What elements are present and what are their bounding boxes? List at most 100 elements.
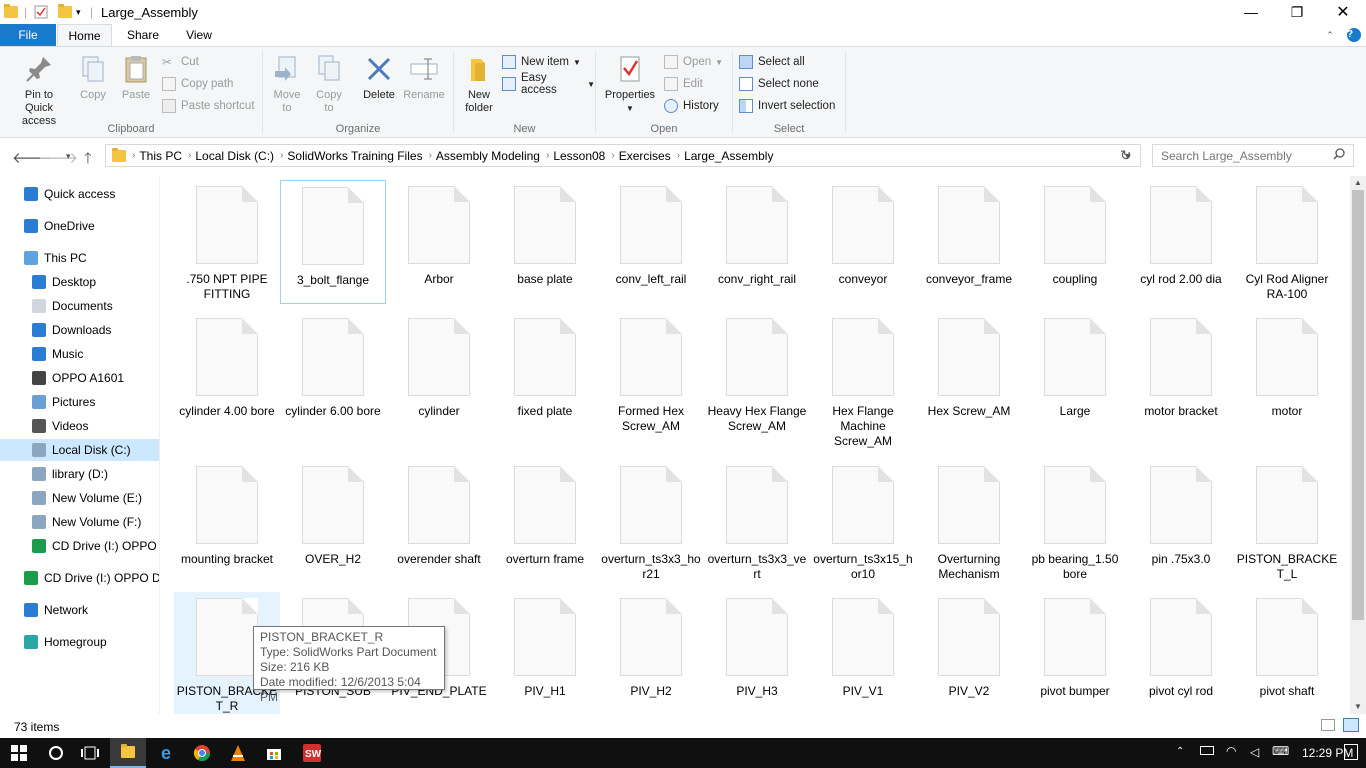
minimize-button[interactable]: — bbox=[1228, 0, 1274, 24]
file-item[interactable]: conveyor bbox=[810, 180, 916, 304]
breadcrumb-lesson08[interactable]: Lesson08 bbox=[553, 149, 605, 163]
nav-item-cd-drive-i-oppo-dr[interactable]: CD Drive (I:) OPPO Dr bbox=[0, 567, 159, 589]
easy-access-button[interactable]: Easy access ▼ bbox=[502, 72, 595, 96]
file-item[interactable]: PIV_V1 bbox=[810, 592, 916, 714]
file-item[interactable]: overturn_ts3x3_hor21 bbox=[598, 460, 704, 584]
file-item[interactable]: fixed plate bbox=[492, 312, 598, 436]
file-item[interactable]: conv_left_rail bbox=[598, 180, 704, 304]
customize-quick-access-icon[interactable]: ▾ bbox=[76, 3, 81, 21]
copy-path-button[interactable]: Copy path bbox=[162, 74, 233, 94]
tab-file[interactable]: File bbox=[0, 24, 56, 46]
nav-item-desktop[interactable]: Desktop bbox=[0, 271, 159, 293]
file-item[interactable]: PIV_H2 bbox=[598, 592, 704, 714]
file-item[interactable]: cylinder 4.00 bore bbox=[174, 312, 280, 436]
start-windows-icon[interactable] bbox=[0, 738, 38, 768]
scroll-down-icon[interactable]: ▼ bbox=[1354, 702, 1362, 711]
file-item[interactable]: conveyor_frame bbox=[916, 180, 1022, 304]
refresh-icon[interactable]: ↻ bbox=[1120, 147, 1132, 164]
file-item[interactable]: cylinder 6.00 bore bbox=[280, 312, 386, 436]
volume-icon[interactable]: ◁ bbox=[1250, 745, 1259, 759]
file-item[interactable]: .750 NPT PIPE FITTING bbox=[174, 180, 280, 304]
nav-item-new-volume-e[interactable]: New Volume (E:) bbox=[0, 487, 159, 509]
address-bar[interactable]: › This PC › Local Disk (C:) › SolidWorks… bbox=[105, 144, 1141, 167]
nav-item-cd-drive-i-oppo-i[interactable]: CD Drive (I:) OPPO I bbox=[0, 535, 159, 557]
file-item[interactable]: mounting bracket bbox=[174, 460, 280, 584]
file-item[interactable]: cyl rod 2.00 dia bbox=[1128, 180, 1234, 304]
vlc-icon[interactable] bbox=[220, 738, 256, 768]
show-hidden-icons-icon[interactable]: ⌃ bbox=[1176, 746, 1184, 757]
cortana-search-icon[interactable] bbox=[38, 738, 74, 768]
nav-item-videos[interactable]: Videos bbox=[0, 415, 159, 437]
file-item[interactable]: Cyl Rod Aligner RA-100 bbox=[1234, 180, 1340, 304]
file-item[interactable]: cylinder bbox=[386, 312, 492, 436]
help-icon[interactable]: ? bbox=[1346, 24, 1362, 46]
pin-to-quick-access-button[interactable]: Pin to Quick access bbox=[6, 53, 72, 128]
file-item[interactable]: motor bbox=[1234, 312, 1340, 436]
scroll-up-icon[interactable]: ▲ bbox=[1354, 178, 1362, 187]
rename-button[interactable]: Rename bbox=[401, 53, 447, 102]
nav-item-homegroup[interactable]: Homegroup bbox=[0, 631, 159, 653]
chrome-icon[interactable] bbox=[184, 738, 220, 768]
large-icons-view-icon[interactable] bbox=[1343, 718, 1359, 732]
copy-button[interactable]: Copy bbox=[76, 53, 110, 102]
nav-item-downloads[interactable]: Downloads bbox=[0, 319, 159, 341]
file-item[interactable]: overturn_ts3x3_vert bbox=[704, 460, 810, 584]
file-item[interactable]: Overturning Mechanism bbox=[916, 460, 1022, 584]
details-view-icon[interactable] bbox=[1321, 719, 1335, 731]
file-item[interactable]: conv_right_rail bbox=[704, 180, 810, 304]
file-item[interactable]: base plate bbox=[492, 180, 598, 304]
file-item[interactable]: overturn frame bbox=[492, 460, 598, 584]
vertical-scrollbar[interactable]: ▲ ▼ bbox=[1350, 176, 1366, 714]
tab-home[interactable]: Home bbox=[57, 24, 112, 47]
language-icon[interactable]: ⌨ bbox=[1272, 744, 1289, 758]
file-item[interactable]: Formed Hex Screw_AM bbox=[598, 312, 704, 436]
file-item[interactable]: PIV_V2 bbox=[916, 592, 1022, 714]
file-item[interactable]: pivot cyl rod bbox=[1128, 592, 1234, 714]
breadcrumb-exercises[interactable]: Exercises bbox=[619, 149, 671, 163]
nav-item-oppo-a1601[interactable]: OPPO A1601 bbox=[0, 367, 159, 389]
breadcrumb-local-disk[interactable]: Local Disk (C:) bbox=[195, 149, 274, 163]
nav-item-network[interactable]: Network bbox=[0, 599, 159, 621]
file-item[interactable]: pivot shaft bbox=[1234, 592, 1340, 714]
file-item[interactable]: Heavy Hex Flange Screw_AM bbox=[704, 312, 810, 436]
notifications-icon[interactable] bbox=[1344, 744, 1358, 760]
task-view-icon[interactable] bbox=[72, 738, 108, 768]
restore-button[interactable]: ❐ bbox=[1274, 0, 1320, 24]
up-button[interactable]: 🡑 bbox=[84, 148, 92, 173]
file-item[interactable]: coupling bbox=[1022, 180, 1128, 304]
breadcrumb-assembly-modeling[interactable]: Assembly Modeling bbox=[436, 149, 540, 163]
breadcrumb-this-pc[interactable]: This PC bbox=[139, 149, 182, 163]
properties-quick-icon[interactable] bbox=[34, 3, 48, 21]
solidworks-icon[interactable]: SW bbox=[294, 738, 330, 768]
new-folder-button[interactable]: New folder bbox=[460, 53, 498, 115]
nav-item-pictures[interactable]: Pictures bbox=[0, 391, 159, 413]
file-item[interactable]: Large bbox=[1022, 312, 1128, 436]
search-input[interactable]: Search Large_Assembly bbox=[1152, 144, 1354, 167]
file-item[interactable]: PISTON_BRACKET_L bbox=[1234, 460, 1340, 584]
tab-share[interactable]: Share bbox=[120, 24, 166, 46]
file-item[interactable]: motor bracket bbox=[1128, 312, 1234, 436]
scrollbar-thumb[interactable] bbox=[1352, 190, 1364, 620]
nav-item-this-pc[interactable]: This PC bbox=[0, 247, 159, 269]
file-item[interactable]: overturn_ts3x15_hor10 bbox=[810, 460, 916, 584]
minimize-ribbon-icon[interactable]: ⌃ bbox=[1322, 24, 1338, 46]
breadcrumb-large-assembly[interactable]: Large_Assembly bbox=[684, 149, 773, 163]
nav-item-onedrive[interactable]: OneDrive bbox=[0, 215, 159, 237]
paste-shortcut-button[interactable]: Paste shortcut bbox=[162, 96, 255, 116]
tab-view[interactable]: View bbox=[176, 24, 222, 46]
file-item[interactable]: OVER_H2 bbox=[280, 460, 386, 584]
file-item[interactable]: PIV_H3 bbox=[704, 592, 810, 714]
file-item[interactable]: pivot bumper bbox=[1022, 592, 1128, 714]
breadcrumb-solidworks-training[interactable]: SolidWorks Training Files bbox=[287, 149, 422, 163]
new-item-button[interactable]: New item ▼ bbox=[502, 52, 581, 72]
file-item[interactable]: pb bearing_1.50 bore bbox=[1022, 460, 1128, 584]
nav-item-library-d[interactable]: library (D:) bbox=[0, 463, 159, 485]
move-to-button[interactable]: Move to bbox=[269, 53, 305, 115]
cut-button[interactable]: ✂ Cut bbox=[162, 52, 199, 72]
file-item[interactable]: overender shaft bbox=[386, 460, 492, 584]
nav-item-quick-access[interactable]: Quick access bbox=[0, 183, 159, 205]
file-item[interactable]: Hex Screw_AM bbox=[916, 312, 1022, 436]
edge-icon[interactable]: e bbox=[148, 738, 184, 768]
properties-button[interactable]: Properties ▼ bbox=[602, 53, 658, 115]
select-none-button[interactable]: Select none bbox=[739, 74, 819, 94]
